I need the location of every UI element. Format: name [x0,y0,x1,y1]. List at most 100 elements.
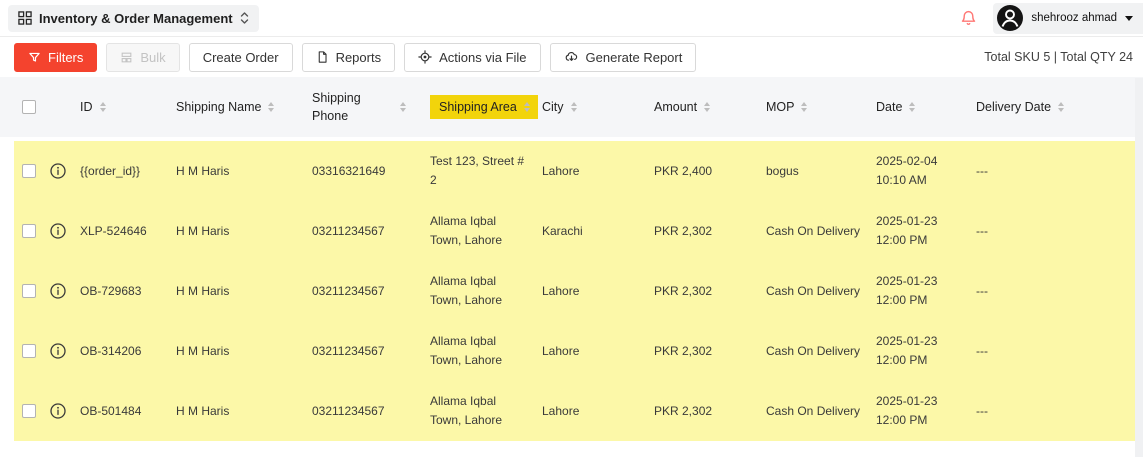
column-header-date[interactable]: Date [876,100,976,114]
table-row: XLP-524646 H M Haris 03211234567 Allama … [14,201,1075,261]
cell-amount: PKR 2,302 [654,222,766,241]
generate-report-button[interactable]: Generate Report [550,43,697,72]
info-icon[interactable] [50,403,66,419]
cell-id: OB-729683 [80,282,176,301]
page-title: Inventory & Order Management [39,11,233,26]
cell-city: Lahore [542,162,654,181]
sort-icon [100,102,106,112]
cell-mop: bogus [766,162,876,181]
user-name: shehrooz ahmad [1031,12,1117,24]
info-icon[interactable] [50,343,66,359]
sort-icon [801,102,807,112]
notification-bell-icon[interactable] [957,7,979,29]
column-header-shipping-name[interactable]: Shipping Name [176,100,312,114]
order-management-screen: Inventory & Order Management [0,0,1143,457]
sort-icon [704,102,710,112]
cell-date: 2025-01-23 12:00 PM [876,272,976,309]
cell-city: Lahore [542,282,654,301]
info-icon[interactable] [50,283,66,299]
cell-shipping-phone: 03316321649 [312,162,430,181]
cell-shipping-phone: 03211234567 [312,282,430,301]
cell-id: XLP-524646 [80,222,176,241]
cell-delivery-date: --- [976,222,1076,241]
cell-date: 2025-02-04 10:10 AM [876,152,976,189]
user-menu[interactable]: shehrooz ahmad [993,3,1143,34]
cell-shipping-area: Allama Iqbal Town, Lahore [430,332,542,369]
cell-shipping-name: H M Haris [176,282,312,301]
cell-mop: Cash On Delivery [766,282,876,301]
cell-shipping-phone: 03211234567 [312,222,430,241]
topbar-right: shehrooz ahmad [957,3,1143,34]
cell-date: 2025-01-23 12:00 PM [876,332,976,369]
cell-shipping-name: H M Haris [176,402,312,421]
top-bar: Inventory & Order Management [0,0,1143,37]
toolbar: Filters Bulk Create Order Reports Action… [0,37,1143,77]
cell-delivery-date: --- [976,342,1076,361]
sort-icon [1058,102,1064,112]
column-header-shipping-area[interactable]: Shipping Area [430,95,542,119]
column-header-id[interactable]: ID [80,100,176,114]
table-row: OB-314206 H M Haris 03211234567 Allama I… [14,321,1075,381]
reports-button[interactable]: Reports [302,43,396,72]
column-header-delivery-date[interactable]: Delivery Date [976,100,1076,114]
sort-icon [571,102,577,112]
cell-shipping-area: Allama Iqbal Town, Lahore [430,212,542,249]
cell-shipping-name: H M Haris [176,342,312,361]
cell-amount: PKR 2,302 [654,342,766,361]
highlighted-column-header: Shipping Area [430,95,538,119]
chevron-up-down-icon [240,11,249,25]
row-checkbox[interactable] [22,164,36,178]
cell-id: {{order_id}} [80,162,176,181]
row-checkbox[interactable] [22,224,36,238]
row-checkbox[interactable] [22,344,36,358]
cell-shipping-area: Test 123, Street # 2 [430,152,542,189]
cell-amount: PKR 2,302 [654,282,766,301]
cloud-download-icon [564,50,579,64]
chevron-down-icon [1125,16,1133,21]
row-checkbox[interactable] [22,284,36,298]
bulk-stack-icon [120,51,133,64]
scrollbar-track[interactable] [1135,78,1143,457]
table-row: OB-501484 H M Haris 03211234567 Allama I… [14,381,1075,441]
create-order-button[interactable]: Create Order [189,43,293,72]
cell-shipping-name: H M Haris [176,162,312,181]
aim-target-icon [418,50,432,64]
info-icon[interactable] [50,223,66,239]
cell-shipping-name: H M Haris [176,222,312,241]
column-header-mop[interactable]: MOP [766,100,876,114]
app-switcher[interactable]: Inventory & Order Management [8,5,259,32]
cell-id: OB-314206 [80,342,176,361]
bulk-button[interactable]: Bulk [106,43,179,72]
select-all-checkbox[interactable] [22,100,36,114]
cell-city: Karachi [542,222,654,241]
cell-delivery-date: --- [976,162,1076,181]
column-header-amount[interactable]: Amount [654,100,766,114]
filter-funnel-icon [28,51,41,64]
orders-table-body: {{order_id}} H M Haris 03316321649 Test … [14,141,1143,441]
sort-icon [268,102,274,112]
cell-delivery-date: --- [976,282,1076,301]
column-header-shipping-phone[interactable]: Shipping Phone [312,89,430,125]
cell-mop: Cash On Delivery [766,342,876,361]
cell-amount: PKR 2,302 [654,402,766,421]
actions-via-file-button[interactable]: Actions via File [404,43,540,72]
table-header: ID Shipping Name Shipping Phone Shipping… [0,77,1143,137]
cell-id: OB-501484 [80,402,176,421]
sort-icon [400,102,406,112]
cell-city: Lahore [542,342,654,361]
column-header-city[interactable]: City [542,100,654,114]
table-row: OB-729683 H M Haris 03211234567 Allama I… [14,261,1075,321]
cell-shipping-phone: 03211234567 [312,342,430,361]
info-icon[interactable] [50,163,66,179]
sort-icon [909,102,915,112]
avatar [997,5,1023,31]
cell-shipping-area: Allama Iqbal Town, Lahore [430,272,542,309]
cell-delivery-date: --- [976,402,1076,421]
table-row: {{order_id}} H M Haris 03316321649 Test … [14,141,1075,201]
cell-shipping-area: Allama Iqbal Town, Lahore [430,392,542,429]
filters-button[interactable]: Filters [14,43,97,72]
row-checkbox[interactable] [22,404,36,418]
cell-mop: Cash On Delivery [766,402,876,421]
cell-amount: PKR 2,400 [654,162,766,181]
document-icon [316,50,329,64]
